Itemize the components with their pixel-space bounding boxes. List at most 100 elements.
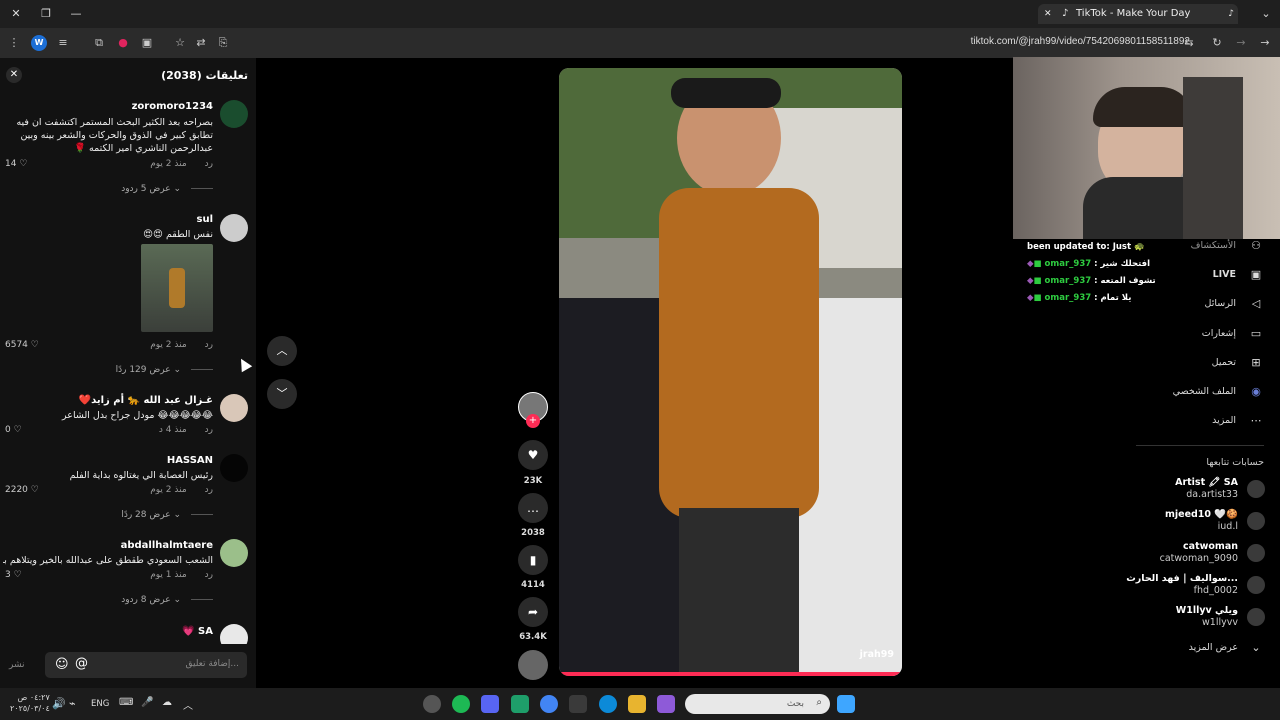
translate-icon[interactable]: ⇄ <box>193 35 209 51</box>
chrome-icon[interactable] <box>540 695 558 713</box>
comment-username[interactable]: HASSAN <box>167 455 213 466</box>
heart-icon[interactable]: ♡ <box>19 159 27 169</box>
profile-w-icon[interactable]: W <box>31 35 47 51</box>
comment-likes[interactable]: 6574 ♡ <box>5 340 39 350</box>
nav-item-messages[interactable]: الرسائل <box>1205 298 1236 309</box>
following-name[interactable]: catwoman <box>1183 541 1238 552</box>
close-comments-button[interactable]: ✕ <box>6 67 22 83</box>
language-indicator[interactable]: ENG <box>91 699 109 709</box>
following-name[interactable]: Artist 🖍 SA <box>1175 477 1238 488</box>
mention-icon[interactable]: @ <box>75 656 88 671</box>
site-settings-icon[interactable]: ⇆ <box>1181 35 1197 51</box>
avatar[interactable] <box>1247 544 1265 562</box>
reply-link[interactable]: رد <box>205 159 213 169</box>
comment-likes[interactable]: 3 ♡ <box>5 570 22 580</box>
avatar[interactable] <box>1247 512 1265 530</box>
reply-link[interactable]: رد <box>205 485 213 495</box>
following-handle[interactable]: fhd_0002 <box>1194 585 1238 596</box>
following-handle[interactable]: w1llyvv <box>1202 617 1238 628</box>
cloud-icon[interactable]: ☁ <box>162 697 172 708</box>
nav-item-explore[interactable]: الأستكشاف <box>1191 240 1236 251</box>
install-app-icon[interactable]: ⎘ <box>215 35 231 51</box>
avatar[interactable] <box>1247 608 1265 626</box>
comment-input[interactable]: ☺ @ إضافة تعليق... <box>45 652 247 678</box>
heart-icon[interactable]: ♡ <box>14 425 22 435</box>
comment-likes[interactable]: 14 ♡ <box>5 159 27 169</box>
comment-username[interactable]: غـزال عبد الله 🐆 أم زايد❤️ <box>79 395 213 406</box>
avatar[interactable] <box>220 394 248 422</box>
keyboard-icon[interactable]: ⌨ <box>119 697 133 708</box>
start-icon[interactable] <box>837 695 855 713</box>
extensions-icon[interactable]: ⧉ <box>91 35 107 51</box>
back-icon[interactable]: → <box>1257 35 1273 51</box>
share-button[interactable]: ➦ <box>518 597 548 627</box>
file-explorer-icon[interactable] <box>628 695 646 713</box>
profile-icon[interactable]: ◉ <box>1248 384 1264 400</box>
following-name[interactable]: mjeed10 🤍🍪 <box>1165 509 1238 520</box>
save-button[interactable]: ▮ <box>518 545 548 575</box>
notifications-icon[interactable]: ▭ <box>1248 326 1264 342</box>
more-icon[interactable]: ⋯ <box>1248 413 1264 429</box>
app-icon[interactable] <box>511 695 529 713</box>
view-replies-button[interactable]: عرض 28 ردًا ⌄ <box>121 510 213 520</box>
comment-username[interactable]: abdallhalmtaere <box>121 540 213 551</box>
tab-search-icon[interactable]: ⌄ <box>1258 6 1274 22</box>
comment-likes[interactable]: 2220 ♡ <box>5 485 39 495</box>
reply-link[interactable]: رد <box>205 570 213 580</box>
close-window-icon[interactable]: ✕ <box>8 6 24 22</box>
heart-icon[interactable]: ♡ <box>31 485 39 495</box>
emoji-icon[interactable]: ☺ <box>55 657 69 672</box>
copilot-icon[interactable] <box>657 695 675 713</box>
clock[interactable]: ٠٤:٢٧ ص ٢٠٢٥/٠٣/٠٤ <box>10 692 50 714</box>
spotify-icon[interactable] <box>452 695 470 713</box>
send-icon[interactable]: ◁ <box>1248 296 1264 312</box>
upload-icon[interactable]: ⊞ <box>1248 355 1264 371</box>
reply-link[interactable]: رد <box>205 425 213 435</box>
post-button[interactable]: نشر <box>9 660 25 670</box>
screenshot-icon[interactable]: ▣ <box>139 35 155 51</box>
following-handle[interactable]: catwoman_9090 <box>1160 553 1238 564</box>
comment-username[interactable]: sul <box>197 214 214 225</box>
avatar[interactable] <box>220 539 248 567</box>
following-handle[interactable]: iud.l <box>1218 521 1238 532</box>
video-progress-bar[interactable] <box>559 672 902 676</box>
follow-plus-icon[interactable]: + <box>526 414 540 428</box>
reply-link[interactable]: رد <box>205 340 213 350</box>
see-more-link[interactable]: عرض المزيد <box>1189 642 1238 653</box>
comment-username[interactable]: 💗 SA <box>182 626 213 637</box>
menu-icon[interactable]: ⋮ <box>6 35 22 51</box>
nav-item-more[interactable]: المزيد <box>1212 415 1236 426</box>
view-replies-button[interactable]: عرض 5 ردود ⌄ <box>121 184 213 194</box>
forward-icon[interactable]: → <box>1233 35 1249 51</box>
avatar[interactable] <box>220 454 248 482</box>
edge-icon[interactable] <box>599 695 617 713</box>
comment-button[interactable]: … <box>518 493 548 523</box>
volume-icon[interactable]: 🔊 <box>52 697 66 710</box>
view-replies-button[interactable]: عرض 8 ردود ⌄ <box>121 595 213 605</box>
comment-likes[interactable]: 0 ♡ <box>5 425 22 435</box>
tray-chevron-icon[interactable]: ︿ <box>183 697 193 712</box>
comment-image[interactable] <box>141 244 213 332</box>
following-name[interactable]: W1llyv ويلي <box>1176 605 1238 616</box>
heart-icon[interactable]: ♡ <box>31 340 39 350</box>
sound-disc[interactable] <box>518 650 548 680</box>
like-button[interactable]: ♥ <box>518 440 548 470</box>
avatar[interactable] <box>220 214 248 242</box>
following-handle[interactable]: da.artist33 <box>1186 489 1238 500</box>
following-name[interactable]: سواليف | فهد الحارث... <box>1126 573 1238 584</box>
friends-icon[interactable]: ⚇ <box>1248 238 1264 254</box>
chevron-down-icon[interactable]: ⌄ <box>1248 640 1264 656</box>
avatar[interactable] <box>1247 480 1265 498</box>
avatar[interactable] <box>1247 576 1265 594</box>
reload-icon[interactable]: ↻ <box>1209 35 1225 51</box>
heart-icon[interactable]: ♡ <box>14 570 22 580</box>
taskbar-search[interactable]: ⌕ بحث <box>685 694 830 714</box>
minimize-window-icon[interactable]: — <box>68 6 84 22</box>
nav-item-upload[interactable]: تحميل <box>1212 357 1236 368</box>
discord-icon[interactable] <box>481 695 499 713</box>
network-icon[interactable]: ⌁ <box>69 697 76 710</box>
previous-video-button[interactable]: ︿ <box>267 336 297 366</box>
address-bar[interactable]: tiktok.com/@jrah99/video/754206980115851… <box>971 36 1190 47</box>
live-icon[interactable]: ▣ <box>1248 267 1264 283</box>
tab-close-icon[interactable]: ✕ <box>1044 4 1052 24</box>
